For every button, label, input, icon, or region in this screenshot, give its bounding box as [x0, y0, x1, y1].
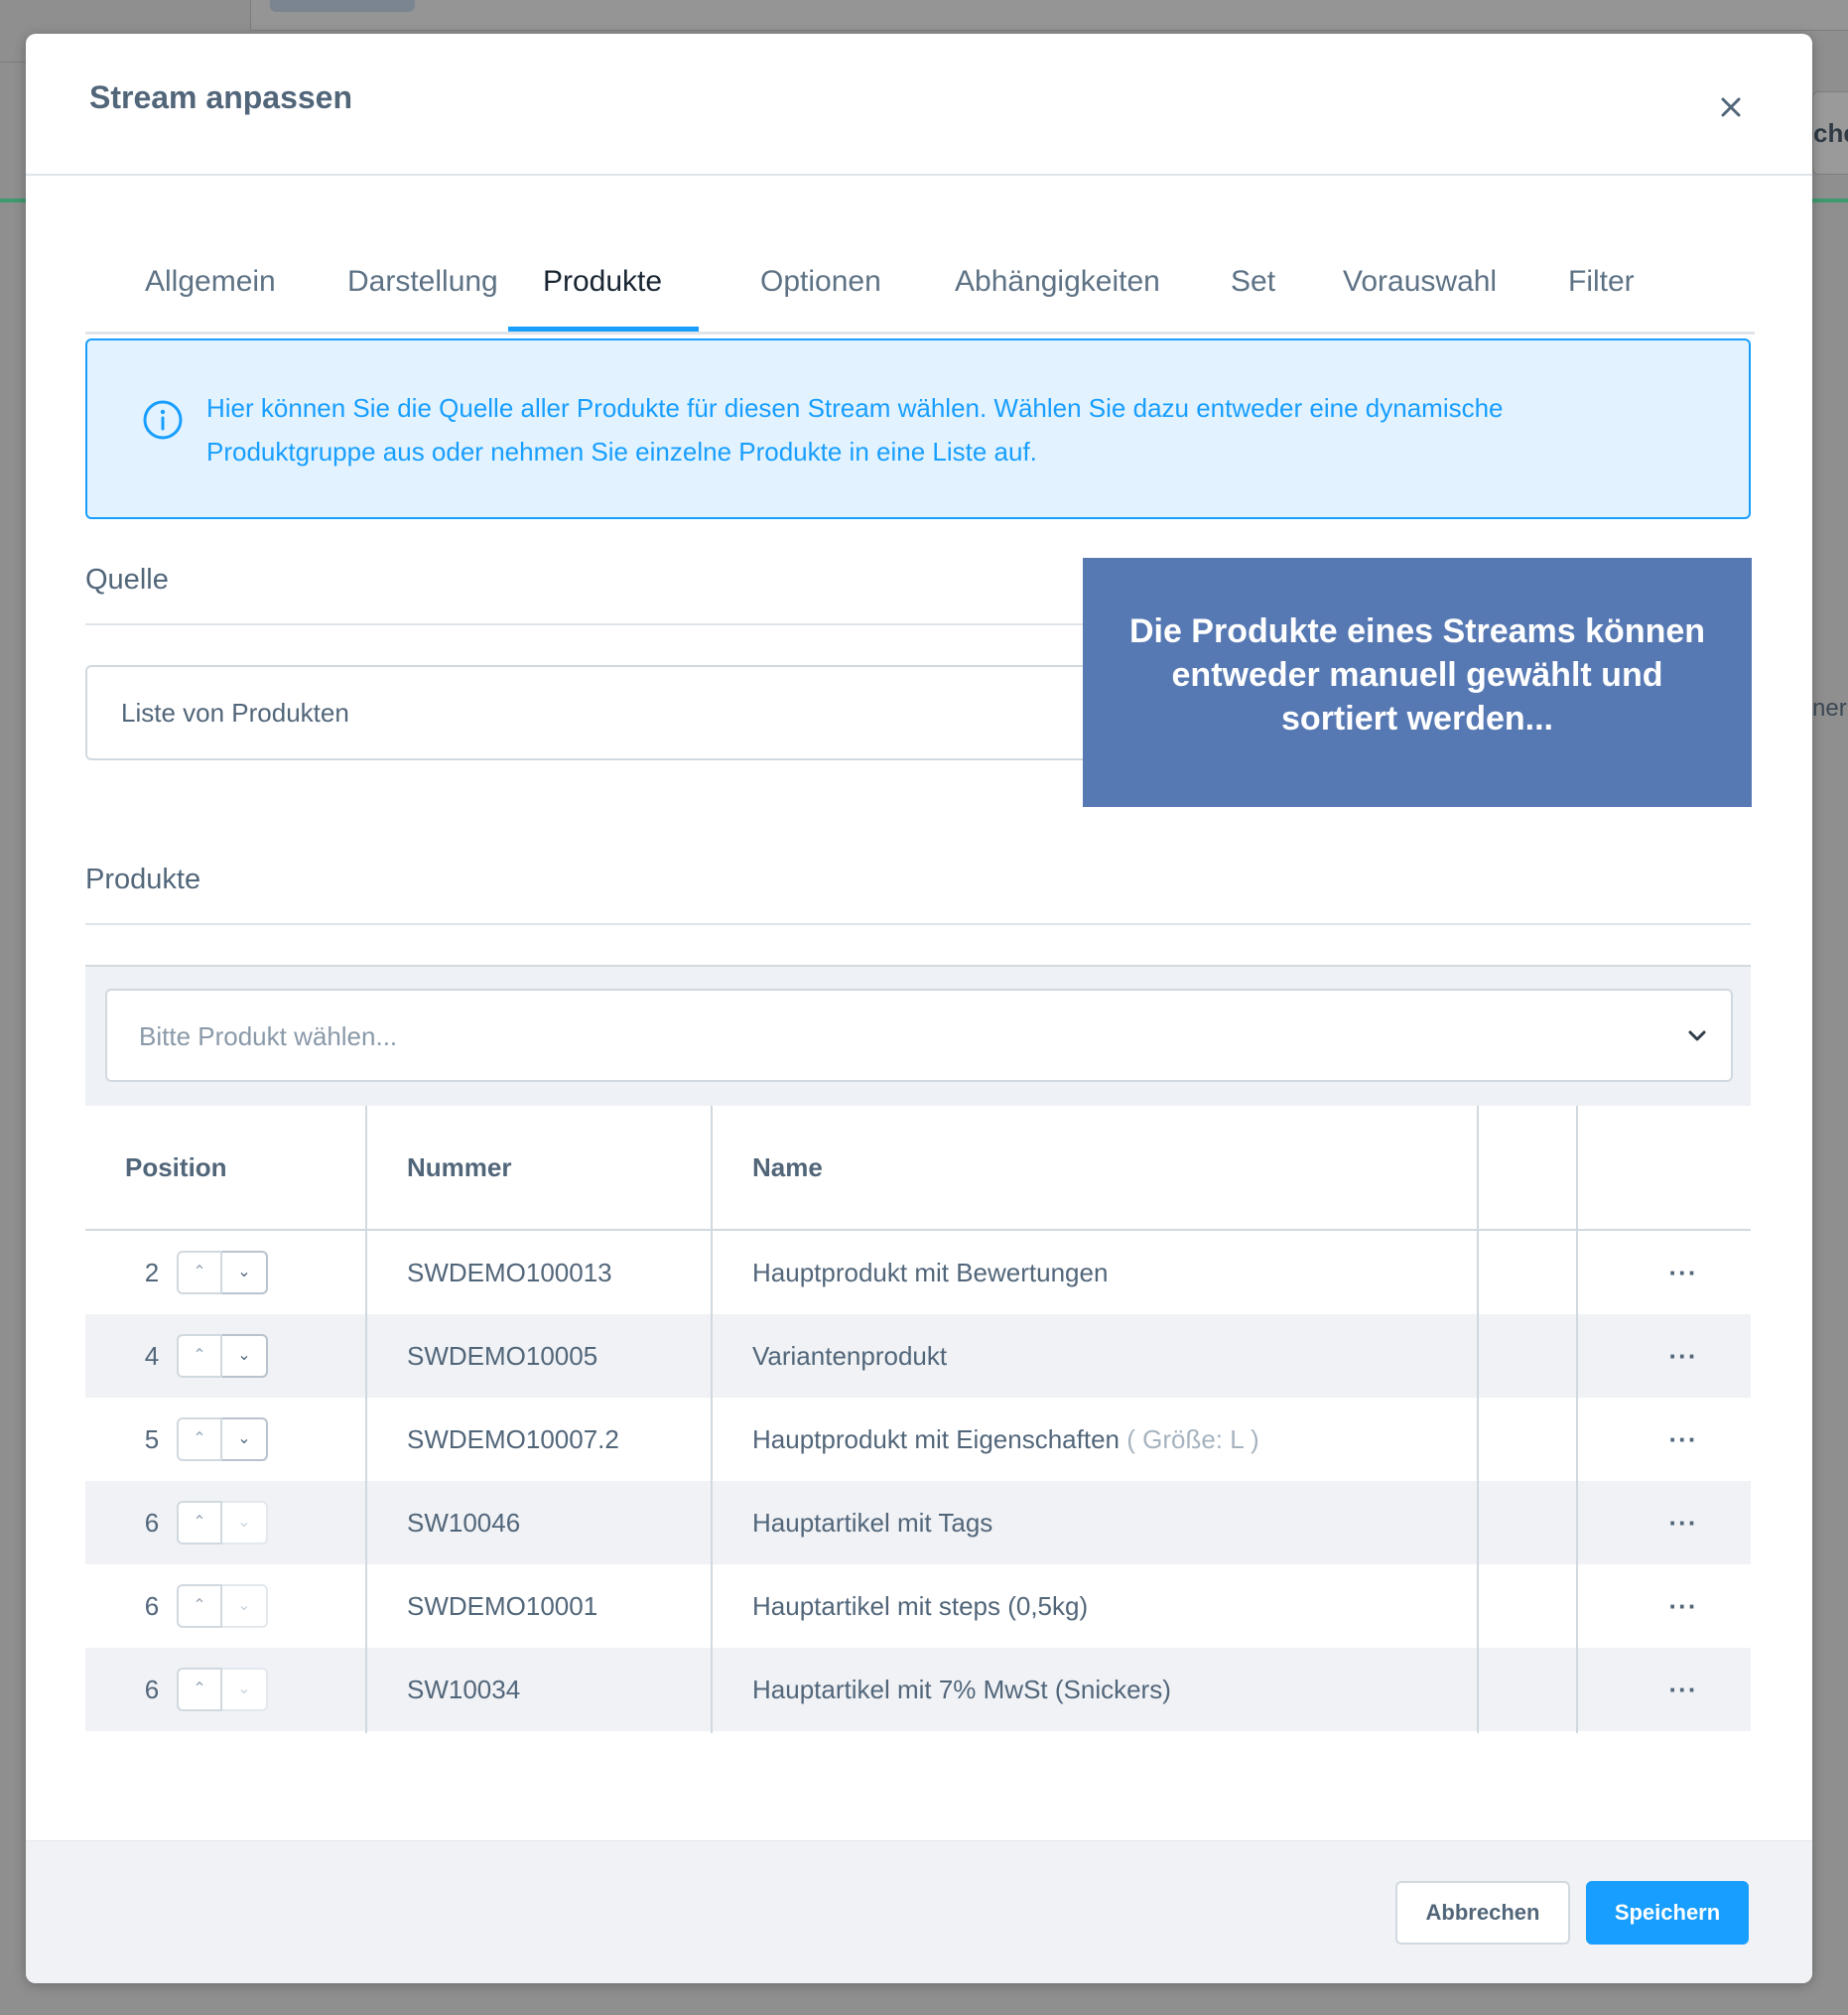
- column-header-name[interactable]: Name: [752, 1106, 823, 1229]
- row-name: Variantenprodukt: [752, 1341, 948, 1371]
- column-header-position[interactable]: Position: [125, 1106, 227, 1229]
- position-up-button[interactable]: ⌃: [177, 1334, 222, 1378]
- row-name: Hauptartikel mit Tags: [752, 1508, 993, 1538]
- tab-darstellung[interactable]: Darstellung: [347, 232, 498, 332]
- position-stepper: ⌃ ⌄: [177, 1334, 268, 1378]
- row-name: Hauptartikel mit 7% MwSt (Snickers): [752, 1675, 1171, 1704]
- background-button: [270, 0, 415, 12]
- row-actions-button[interactable]: ···: [1653, 1231, 1713, 1314]
- products-section-divider: [85, 923, 1751, 925]
- row-variant-label: ( Größe: L ): [1126, 1424, 1259, 1454]
- background-accent-line: [0, 199, 27, 202]
- position-stepper: ⌃ ⌄: [177, 1584, 268, 1628]
- tutorial-callout: Die Produkte eines Streams können entwed…: [1083, 558, 1752, 807]
- column-header-number[interactable]: Nummer: [407, 1106, 511, 1229]
- row-name: Hauptprodukt mit Bewertungen: [752, 1258, 1109, 1287]
- row-position: 2: [144, 1258, 160, 1287]
- position-stepper: ⌃ ⌄: [177, 1251, 268, 1294]
- background-button-fragment: che: [1812, 91, 1848, 175]
- background-accent-line-right: [1812, 199, 1848, 202]
- row-number: SWDEMO10005: [407, 1341, 598, 1371]
- modal-title: Stream anpassen: [89, 79, 353, 115]
- row-actions-button[interactable]: ···: [1653, 1564, 1713, 1648]
- position-down-button[interactable]: ⌄: [222, 1668, 268, 1711]
- tab-bar: Allgemein Darstellung Produkte Optionen …: [85, 232, 1755, 335]
- position-stepper: ⌃ ⌄: [177, 1417, 268, 1461]
- column-divider: [711, 1106, 713, 1733]
- grid-toolbar: Bitte Produkt wählen...: [85, 965, 1751, 1108]
- table-row: 4 ⌃ ⌄ SWDEMO10005 Variantenprodukt ···: [85, 1314, 1751, 1398]
- row-actions-button[interactable]: ···: [1653, 1398, 1713, 1481]
- save-button[interactable]: Speichern: [1586, 1881, 1749, 1945]
- tab-vorauswahl[interactable]: Vorauswahl: [1343, 232, 1497, 332]
- table-row: 5 ⌃ ⌄ SWDEMO10007.2 Hauptprodukt mit Eig…: [85, 1398, 1751, 1481]
- position-stepper: ⌃ ⌄: [177, 1501, 268, 1545]
- position-up-button[interactable]: ⌃: [177, 1668, 222, 1711]
- table-row: 6 ⌃ ⌄ SWDEMO10001 Hauptartikel mit steps…: [85, 1564, 1751, 1648]
- row-position: 5: [144, 1424, 160, 1454]
- table-row: 6 ⌃ ⌄ SW10046 Hauptartikel mit Tags ···: [85, 1481, 1751, 1564]
- row-actions-button[interactable]: ···: [1653, 1481, 1713, 1564]
- row-actions-button[interactable]: ···: [1653, 1648, 1713, 1731]
- tab-produkte[interactable]: Produkte: [543, 232, 662, 332]
- products-grid: Bitte Produkt wählen... Position Nummer …: [85, 965, 1751, 1735]
- chevron-down-icon: [1688, 1030, 1706, 1041]
- column-divider: [365, 1106, 367, 1733]
- row-position: 6: [144, 1675, 160, 1704]
- position-up-button[interactable]: ⌃: [177, 1584, 222, 1628]
- info-icon: [143, 400, 183, 440]
- source-section-title: Quelle: [85, 564, 169, 596]
- background-text-fragment: ner: [1812, 695, 1847, 722]
- column-divider: [1576, 1106, 1578, 1733]
- row-position: 4: [144, 1341, 160, 1371]
- tab-optionen[interactable]: Optionen: [760, 232, 881, 332]
- tab-allgemein[interactable]: Allgemein: [145, 232, 276, 332]
- row-number: SW10046: [407, 1508, 521, 1538]
- row-actions-button[interactable]: ···: [1653, 1314, 1713, 1398]
- position-stepper: ⌃ ⌄: [177, 1668, 268, 1711]
- table-row: 6 ⌃ ⌄ SW10034 Hauptartikel mit 7% MwSt (…: [85, 1648, 1751, 1731]
- position-down-button[interactable]: ⌄: [222, 1334, 268, 1378]
- cancel-button[interactable]: Abbrechen: [1395, 1881, 1570, 1945]
- position-down-button[interactable]: ⌄: [222, 1417, 268, 1461]
- modal-footer: Abbrechen Speichern: [26, 1840, 1812, 1983]
- row-number: SW10034: [407, 1675, 521, 1704]
- row-position: 6: [144, 1508, 160, 1538]
- position-up-button[interactable]: ⌃: [177, 1501, 222, 1545]
- position-down-button[interactable]: ⌄: [222, 1251, 268, 1294]
- close-icon: [1721, 97, 1741, 117]
- active-tab-indicator: [508, 327, 699, 332]
- row-number: SWDEMO100013: [407, 1258, 612, 1287]
- position-up-button[interactable]: ⌃: [177, 1251, 222, 1294]
- info-alert: Hier können Sie die Quelle aller Produkt…: [85, 338, 1751, 519]
- row-name: Hauptartikel mit steps (0,5kg): [752, 1591, 1089, 1621]
- close-button[interactable]: [1709, 85, 1753, 129]
- modal-header: Stream anpassen: [26, 34, 1812, 176]
- tab-filter[interactable]: Filter: [1568, 232, 1635, 332]
- stream-edit-modal: Stream anpassen Allgemein Darstellung Pr…: [26, 34, 1812, 1983]
- grid-header: Position Nummer Name: [85, 1106, 1751, 1231]
- products-section-title: Produkte: [85, 864, 201, 895]
- position-up-button[interactable]: ⌃: [177, 1417, 222, 1461]
- column-divider: [1477, 1106, 1479, 1733]
- tab-abhaengigkeiten[interactable]: Abhängigkeiten: [955, 232, 1160, 332]
- background-toolbar: [250, 0, 1848, 31]
- position-down-button[interactable]: ⌄: [222, 1501, 268, 1545]
- info-text: Hier können Sie die Quelle aller Produkt…: [206, 393, 1504, 467]
- source-select-value: Liste von Produkten: [121, 698, 349, 728]
- position-down-button[interactable]: ⌄: [222, 1584, 268, 1628]
- product-select-placeholder: Bitte Produkt wählen...: [139, 1021, 398, 1051]
- row-name: Hauptprodukt mit Eigenschaften ( Größe: …: [752, 1424, 1259, 1454]
- table-row: 2 ⌃ ⌄ SWDEMO100013 Hauptprodukt mit Bewe…: [85, 1231, 1751, 1314]
- row-number: SWDEMO10001: [407, 1591, 598, 1621]
- product-search-select[interactable]: Bitte Produkt wählen...: [105, 989, 1733, 1082]
- tab-set[interactable]: Set: [1231, 232, 1275, 332]
- background-divider: [0, 62, 27, 63]
- row-number: SWDEMO10007.2: [407, 1424, 619, 1454]
- row-position: 6: [144, 1591, 160, 1621]
